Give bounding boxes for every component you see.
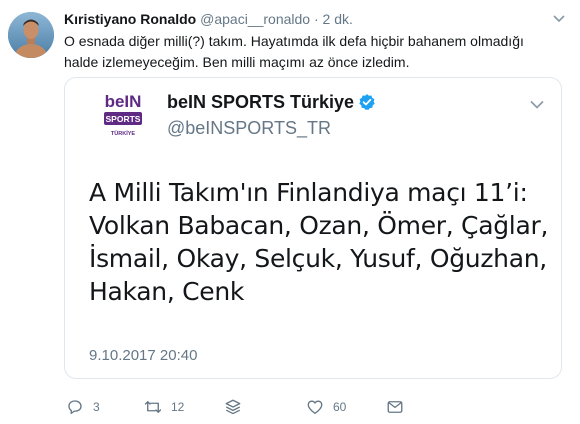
retweet-count: 12 bbox=[171, 400, 185, 414]
reply-button[interactable]: 3 bbox=[66, 397, 100, 417]
retweet-button[interactable]: 12 bbox=[144, 397, 184, 417]
quoted-tweet-text: A Milli Takım'ın Finlandiya maçı 11’i: V… bbox=[89, 176, 549, 308]
quoted-text-line: A Milli Takım'ın Finlandiya maçı 11’i: bbox=[89, 178, 528, 207]
like-button[interactable]: 60 bbox=[306, 397, 346, 417]
quoted-text-line: Hakan, Cenk bbox=[89, 277, 245, 306]
quoted-text-line: İsmail, Okay, Selçuk, Yusuf, Oğuzhan, bbox=[89, 244, 547, 273]
logo-brand: beIN bbox=[105, 92, 142, 111]
bein-sports-logo: beIN SPORTS TÜRKİYE bbox=[104, 92, 142, 137]
quoted-chevron-down-icon[interactable] bbox=[529, 96, 545, 112]
tweet-text: O esnada diğer milli(?) takım. Hayatımda… bbox=[64, 33, 524, 70]
quoted-tweet[interactable]: beIN SPORTS TÜRKİYE beIN SPORTS Türkiye … bbox=[64, 77, 562, 379]
tweet-header: Kıristiyano Ronaldo @apaci__ronaldo · 2 … bbox=[64, 11, 353, 27]
like-icon bbox=[307, 400, 323, 415]
logo-sports: SPORTS bbox=[106, 114, 141, 124]
direct-message-icon bbox=[387, 401, 403, 413]
reply-count: 3 bbox=[93, 400, 100, 414]
quoted-author-handle[interactable]: @beINSPORTS_TR bbox=[167, 118, 331, 139]
retweet-icon bbox=[144, 401, 162, 413]
reply-icon bbox=[68, 400, 82, 415]
author-name[interactable]: Kıristiyano Ronaldo bbox=[64, 11, 196, 27]
like-count: 60 bbox=[333, 400, 347, 414]
quoted-author-name-text: beIN SPORTS Türkiye bbox=[167, 92, 355, 112]
author-handle[interactable]: @apaci__ronaldo bbox=[200, 11, 310, 27]
chevron-down-icon[interactable] bbox=[552, 11, 566, 25]
stack-button[interactable] bbox=[224, 397, 242, 417]
verified-badge-icon bbox=[359, 94, 375, 110]
tweet-card[interactable]: Kıristiyano Ronaldo @apaci__ronaldo · 2 … bbox=[0, 0, 580, 424]
quoted-text-line: Volkan Babacan, Ozan, Ömer, Çağlar, bbox=[89, 211, 549, 240]
avatar-image bbox=[8, 12, 54, 58]
stack-icon bbox=[225, 399, 241, 415]
logo-country: TÜRKİYE bbox=[111, 130, 135, 137]
tweet-actions: 3 12 60 bbox=[64, 397, 424, 417]
tweet-time[interactable]: 2 dk. bbox=[323, 11, 353, 27]
direct-message-button[interactable] bbox=[386, 397, 404, 417]
quoted-author-name[interactable]: beIN SPORTS Türkiye bbox=[167, 92, 376, 113]
separator-dot: · bbox=[313, 11, 319, 27]
quoted-tweet-date[interactable]: 9.10.2017 20:40 bbox=[89, 347, 197, 364]
avatar[interactable] bbox=[8, 12, 54, 58]
